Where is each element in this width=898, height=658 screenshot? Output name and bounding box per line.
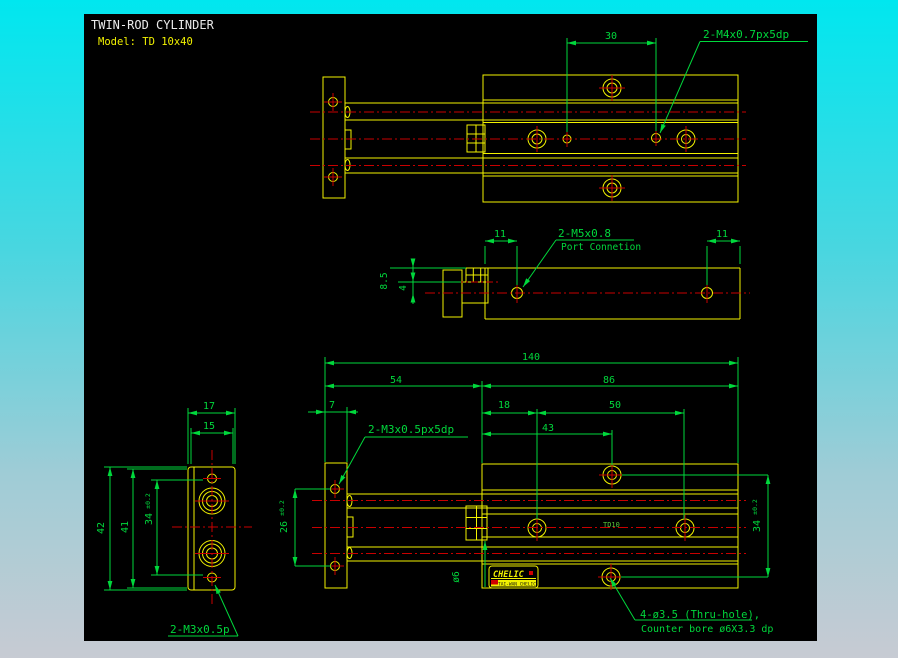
dim-26-tolerance: ±0.2 <box>278 500 286 516</box>
dim-42-label: 42 <box>96 522 107 534</box>
dim-34-label-end: 34 <box>144 513 155 525</box>
dim-54-label: 54 <box>390 375 402 386</box>
dim-86-label: 86 <box>603 375 615 386</box>
cad-application-screenshot: TWIN-ROD CYLINDER Model: TD 10x40 30 2-M… <box>0 0 898 658</box>
dim-30-label: 30 <box>605 31 617 42</box>
thru-hole-note: 4-ø3.5 (Thru-hole), <box>640 609 760 621</box>
m3-thread-label-front: 2-M3x0.5px5dp <box>368 423 454 436</box>
dim-140-label: 140 <box>522 352 540 363</box>
dim-26-label: 26 <box>279 521 290 533</box>
dim-4-label: 4 <box>398 285 409 291</box>
dim-41-label: 41 <box>120 521 131 533</box>
dim-17-label: 17 <box>203 401 215 412</box>
model-label: Model: TD 10x40 <box>98 36 193 48</box>
counterbore-note: Counter bore ø6X3.3 dp <box>641 624 773 635</box>
logo-registered-mark <box>529 571 533 575</box>
body-model-label: TD10 <box>603 521 620 529</box>
drawing-title: TWIN-ROD CYLINDER <box>91 18 215 32</box>
logo-subtext: TAI-WAN CHELIC <box>498 582 536 588</box>
dim-15-label: 15 <box>203 421 215 432</box>
dim-43-label: 43 <box>542 423 554 434</box>
dim-8-5-label: 8.5 <box>379 272 390 289</box>
rod-dia-label: ø6 <box>451 571 462 583</box>
dim-34-tolerance-front: ±0.2 <box>751 499 759 515</box>
drawing-surface: TWIN-ROD CYLINDER Model: TD 10x40 30 2-M… <box>0 0 898 658</box>
m3-thread-label-end: 2-M3x0.5p <box>170 623 230 636</box>
port-thread-label: 2-M5x0.8 <box>558 227 611 240</box>
dim-34-label-front: 34 <box>752 520 763 532</box>
dim-11-right-label: 11 <box>716 229 728 240</box>
m4-thread-label: 2-M4x0.7px5dp <box>703 28 789 41</box>
port-connection-label: Port Connetion <box>561 242 641 253</box>
dim-18-label: 18 <box>498 400 510 411</box>
dim-34-tolerance-end: ±0.2 <box>144 493 152 509</box>
dim-11-left-label: 11 <box>494 229 506 240</box>
dim-7-label: 7 <box>329 400 335 411</box>
dim-50-label: 50 <box>609 400 621 411</box>
